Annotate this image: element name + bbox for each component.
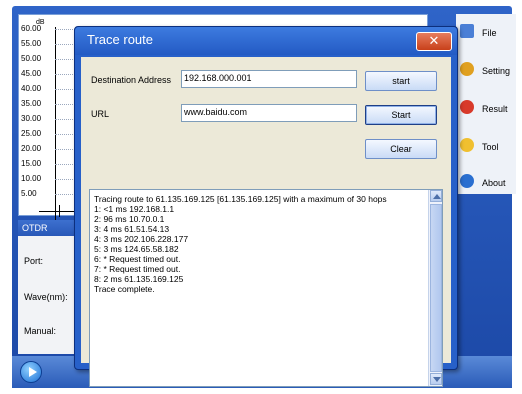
destination-address-input[interactable]: 192.168.000.001	[181, 70, 357, 88]
file-icon	[460, 24, 474, 38]
chart-y-axis	[55, 27, 56, 227]
wave-label: Wave(nm):	[24, 292, 68, 302]
destination-start-button[interactable]: start	[365, 71, 437, 91]
y-tick-label: 15.00	[21, 159, 42, 168]
y-tick-label: 30.00	[21, 114, 42, 123]
otdr-panel: OTDR Port: Wave(nm): Manual:	[18, 220, 80, 354]
url-input[interactable]: www.baidu.com	[181, 104, 357, 122]
output-line: 6: * Request timed out.	[94, 254, 181, 264]
output-line: 8: 2 ms 61.135.169.125	[94, 274, 184, 284]
y-tick-label: 35.00	[21, 99, 42, 108]
dialog-title: Trace route	[87, 32, 153, 47]
output-line: 5: 3 ms 124.65.58.182	[94, 244, 179, 254]
menu-item-tool[interactable]: Tool	[456, 130, 516, 164]
clear-button[interactable]: Clear	[365, 139, 437, 159]
port-label: Port:	[24, 256, 44, 266]
output-line: Tracing route to 61.135.169.125 [61.135.…	[94, 194, 387, 204]
trace-output-box[interactable]: Tracing route to 61.135.169.125 [61.135.…	[89, 189, 443, 387]
output-line: 3: 4 ms 61.51.54.13	[94, 224, 170, 234]
output-line: 2: 96 ms 10.70.0.1	[94, 214, 165, 224]
screen: dB 60.00 55.00 50.00 45.00 40.00 35.00 30.00 25…	[0, 0, 522, 394]
menu-item-file[interactable]: File	[456, 16, 516, 50]
tool-icon	[460, 138, 474, 152]
trace-output-text: Tracing route to 61.135.169.125 [61.135.…	[94, 194, 424, 384]
menu-item-label: About	[482, 178, 506, 188]
scroll-up-icon[interactable]	[430, 190, 442, 202]
manual-label: Manual:	[24, 326, 57, 336]
y-tick-label: 60.00	[21, 24, 42, 33]
dialog-title-bar[interactable]: Trace route ✕	[75, 27, 457, 55]
result-icon	[460, 100, 474, 114]
menu-item-label: Result	[482, 104, 508, 114]
output-line: 1: <1 ms 192.168.1.1	[94, 204, 175, 214]
y-tick-label: 10.00	[21, 174, 42, 183]
output-scrollbar[interactable]	[428, 190, 442, 386]
output-line: 7: * Request timed out.	[94, 264, 181, 274]
y-tick-label: 20.00	[21, 144, 42, 153]
play-button[interactable]	[20, 361, 42, 383]
side-menu: File Setting Result Tool About	[456, 14, 516, 194]
y-tick-label: 40.00	[21, 84, 42, 93]
menu-item-label: Tool	[482, 142, 499, 152]
menu-item-result[interactable]: Result	[456, 92, 516, 126]
menu-item-setting[interactable]: Setting	[456, 54, 516, 88]
y-tick-label: 50.00	[21, 54, 42, 63]
output-line: 4: 3 ms 202.106.228.177	[94, 234, 189, 244]
trace-route-dialog: Trace route ✕ Destination Address 192.16…	[74, 26, 458, 387]
url-label: URL	[91, 109, 110, 119]
about-icon	[460, 174, 474, 188]
scroll-thumb[interactable]	[430, 204, 442, 372]
y-tick-label: 45.00	[21, 69, 42, 78]
destination-address-label: Destination Address	[91, 75, 172, 85]
url-start-button[interactable]: Start	[365, 105, 437, 125]
otdr-header: OTDR	[18, 220, 78, 236]
setting-icon	[460, 62, 474, 76]
menu-item-label: File	[482, 28, 497, 38]
menu-item-label: Setting	[482, 66, 511, 76]
y-tick-label: 55.00	[21, 39, 42, 48]
dialog-body: Destination Address 192.168.000.001 star…	[81, 57, 451, 387]
scroll-down-icon[interactable]	[430, 373, 442, 385]
y-tick-label: 25.00	[21, 129, 42, 138]
close-icon: ✕	[428, 34, 440, 49]
menu-item-about[interactable]: About	[456, 166, 516, 200]
close-button[interactable]: ✕	[416, 32, 452, 51]
output-line: Trace complete.	[94, 284, 155, 294]
y-tick-label: 5.00	[21, 189, 37, 198]
